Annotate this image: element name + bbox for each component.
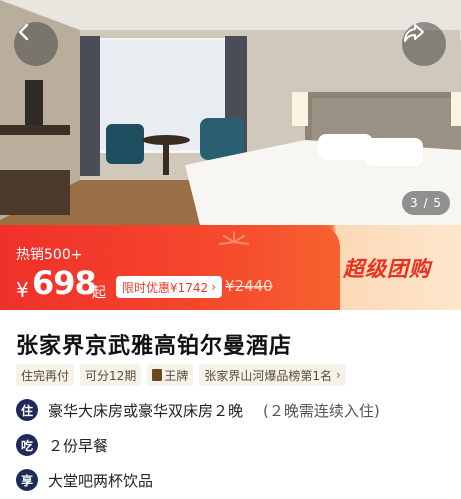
original-price: ¥2440 [225, 277, 273, 295]
enjoy-badge-icon: 享 [16, 469, 38, 491]
tag-label: 王牌 [164, 368, 189, 383]
tag-label: 住完再付 [21, 368, 70, 383]
hotel-room-photo[interactable]: 3 / 5 [0, 0, 461, 225]
benefit-note: (２晚需连续入住) [263, 401, 380, 420]
benefit-text: ２份早餐 [48, 436, 109, 455]
stay-badge-icon: 住 [16, 399, 38, 421]
crown-badge-icon [152, 369, 163, 381]
photo-counter: 3 / 5 [402, 191, 450, 215]
benefit-drinks: 享 大堂吧两杯饮品 [16, 469, 153, 491]
firework-icon [219, 231, 249, 245]
chevron-right-icon: › [211, 280, 216, 294]
tag-ranking[interactable]: 张家界山河爆品榜第1名 › [199, 364, 346, 386]
chevron-right-icon: › [335, 368, 341, 382]
tag-row: 住完再付 可分12期 王牌 张家界山河爆品榜第1名 › [16, 364, 346, 386]
benefit-text: 大堂吧两杯饮品 [48, 471, 154, 490]
hotel-title: 张家界京武雅高铂尔曼酒店 [16, 334, 293, 359]
back-button[interactable] [14, 22, 58, 66]
promo-label: 限时优惠¥1742 [122, 280, 209, 295]
tag-label: 可分12期 [85, 368, 137, 383]
price-currency: ¥ [16, 278, 29, 302]
eat-badge-icon: 吃 [16, 434, 38, 456]
price-value: 698 [32, 264, 97, 302]
room-illustration [0, 0, 461, 225]
benefit-room: 住 豪华大床房或豪华双床房２晚 (２晚需连续入住) [16, 399, 380, 421]
chevron-left-icon [18, 23, 29, 41]
tag-label: 张家界山河爆品榜第1名 [204, 368, 332, 383]
share-arrow-icon [404, 24, 424, 42]
sold-count: 热销500+ [16, 247, 83, 263]
promo-discount-tag[interactable]: 限时优惠¥1742 › [116, 276, 222, 298]
tag-installments: 可分12期 [80, 364, 142, 386]
tag-ace: 王牌 [147, 364, 194, 386]
price-suffix: 起 [92, 285, 106, 301]
tag-pay-after-stay: 住完再付 [16, 364, 75, 386]
benefit-text: 豪华大床房或豪华双床房２晚 [48, 401, 244, 420]
share-button[interactable] [402, 22, 446, 66]
benefit-breakfast: 吃 ２份早餐 [16, 434, 108, 456]
campaign-title: 超级团购 [343, 257, 431, 281]
